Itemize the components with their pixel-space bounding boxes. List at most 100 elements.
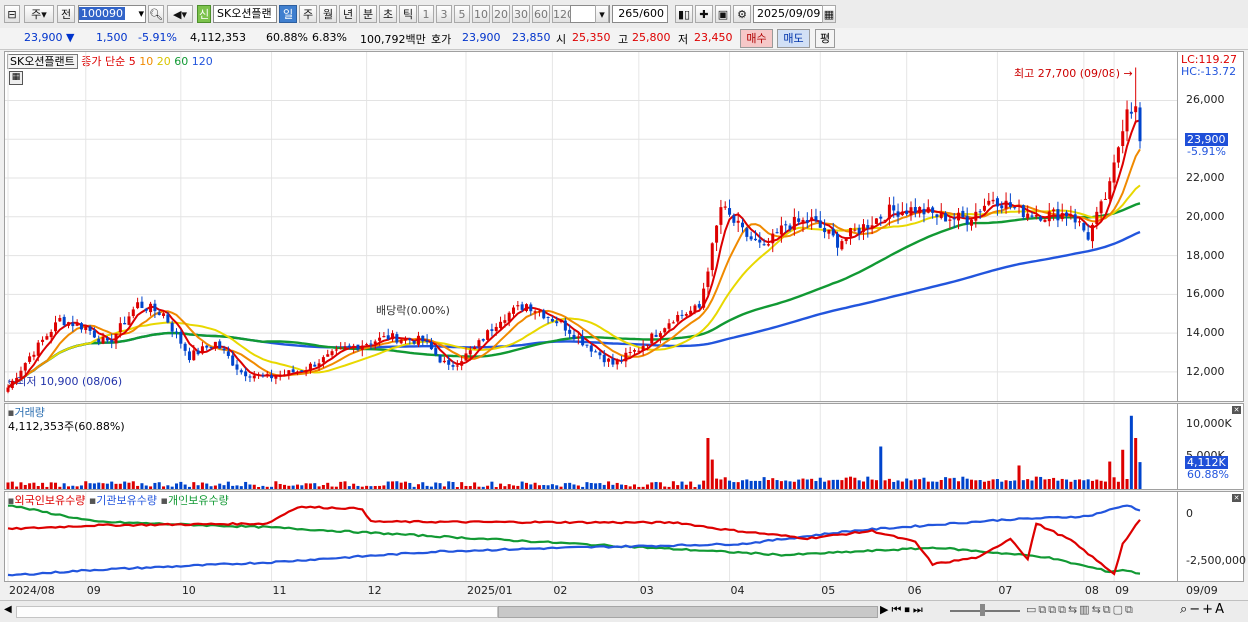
volume-bar	[849, 476, 853, 489]
zoom-controls[interactable]: ⌕−+A	[1180, 602, 1226, 617]
candle-body	[222, 348, 226, 351]
eval-button[interactable]: 평	[815, 29, 835, 48]
candle-body	[499, 321, 503, 329]
volume-bar	[1052, 477, 1056, 489]
chevron-down-icon[interactable]: ▾	[595, 5, 609, 23]
volume-bar	[658, 482, 662, 489]
count-input[interactable]: 265/600	[612, 5, 668, 23]
gear-icon[interactable]: ⚙	[733, 5, 751, 23]
timeframe-button[interactable]: 분	[359, 5, 377, 23]
interval-button[interactable]: 5	[454, 5, 470, 23]
volume-bar	[632, 484, 636, 489]
chevron-down-icon[interactable]: ▾	[138, 6, 144, 22]
investor-chart-svg[interactable]	[5, 492, 1177, 581]
search-icon[interactable]: 🔍︎	[148, 5, 164, 23]
volume-bar	[520, 481, 524, 489]
volume-bar	[1047, 479, 1051, 489]
candle-body	[680, 314, 684, 316]
scroll-left-icon[interactable]: ◀	[4, 604, 12, 615]
candle-body	[879, 216, 883, 219]
interval-button[interactable]: 10	[472, 5, 490, 23]
date-input[interactable]: 2025/09/09	[753, 5, 823, 23]
candle-body	[187, 351, 191, 361]
code-input[interactable]: 100090 ▾	[78, 5, 146, 23]
candle-body	[991, 199, 995, 202]
price-chart-svg[interactable]	[5, 52, 1177, 401]
crosshair-icon[interactable]: ✚	[695, 5, 713, 23]
timeframe-button[interactable]: 월	[319, 5, 337, 23]
candle-body	[317, 363, 321, 367]
candle-body	[849, 228, 853, 237]
volume-chart-svg[interactable]	[5, 404, 1177, 489]
zoom-slider[interactable]	[950, 610, 1020, 612]
scroll-track[interactable]	[16, 606, 498, 618]
volume-bar	[732, 482, 736, 489]
candle-body	[304, 370, 308, 373]
interval-button[interactable]: 30	[512, 5, 530, 23]
candle-body	[775, 232, 779, 234]
close-icon[interactable]: ✕	[1232, 406, 1241, 414]
layout-icons[interactable]: ▭⧉⧉⧉⇆▥⇆⧉▢⧉	[1026, 603, 1135, 617]
period-select[interactable]: 주▾	[24, 5, 54, 23]
volume-bar	[1004, 480, 1008, 489]
timeframe-button[interactable]: 틱	[399, 5, 417, 23]
candle-body	[455, 365, 459, 367]
volume-bar	[382, 485, 386, 489]
volume-bar	[283, 484, 287, 489]
zoom-slider-handle[interactable]	[980, 604, 985, 616]
volume-bar	[304, 483, 308, 489]
x-tick-label: 06	[907, 584, 922, 597]
timeframe-button[interactable]: 년	[339, 5, 357, 23]
interval-button[interactable]: 20	[492, 5, 510, 23]
candle-body	[408, 338, 412, 340]
playback-controls[interactable]: ▶⏮⏹⏭	[880, 603, 926, 617]
volume-bar	[412, 486, 416, 489]
volume-bar	[836, 479, 840, 489]
volume-bar	[982, 481, 986, 489]
volume-bar	[1086, 479, 1090, 489]
candle-body	[1134, 106, 1138, 113]
volume-bar	[758, 480, 762, 489]
volume-bar	[840, 480, 844, 489]
candle-body	[896, 211, 900, 217]
volume-bar	[174, 483, 179, 489]
timeframe-button[interactable]: 주	[299, 5, 317, 23]
volume-bar	[486, 485, 490, 489]
sell-button[interactable]: 매도	[777, 29, 810, 48]
close-icon[interactable]: ✕	[1232, 494, 1241, 502]
buy-button[interactable]: 매수	[740, 29, 773, 48]
x-tick-label: 03	[639, 584, 654, 597]
volume-bar	[391, 481, 395, 489]
timeframe-button[interactable]: 일	[279, 5, 297, 23]
candle-body	[41, 339, 45, 342]
volume-bar	[995, 479, 999, 489]
candle-body	[965, 216, 969, 225]
interval-button[interactable]: 3	[436, 5, 452, 23]
ma20-line	[7, 184, 1141, 389]
volume-value: 4,112,353	[190, 31, 246, 44]
hc-label: HC:-13.72	[1181, 65, 1237, 78]
count-value: 265	[618, 7, 640, 20]
prev-button[interactable]: 전	[57, 5, 75, 23]
interval-button[interactable]: 60	[532, 5, 550, 23]
candle-body	[1021, 205, 1025, 218]
interval-button[interactable]: 1	[418, 5, 434, 23]
volume-bar	[1065, 479, 1069, 489]
candle-body	[844, 237, 848, 242]
scroll-thumb[interactable]	[498, 606, 878, 618]
credit-badge[interactable]: 신	[197, 5, 211, 23]
candle-body	[149, 303, 153, 313]
volume-bar	[684, 484, 688, 489]
timeframe-button[interactable]: 초	[379, 5, 397, 23]
volume-bar	[494, 487, 498, 489]
candle-type-icon[interactable]: ▮▯	[675, 5, 693, 23]
candle-body	[36, 342, 40, 356]
volume-bar	[948, 478, 952, 489]
window-menu-icon[interactable]: ⊟	[4, 5, 20, 23]
candle-body	[818, 220, 822, 228]
calendar-icon[interactable]: ▦	[822, 5, 836, 23]
candle-body	[75, 323, 79, 326]
save-icon[interactable]: ▣	[715, 5, 731, 23]
speaker-icon[interactable]: ◀▾	[167, 5, 193, 23]
volume-bar	[205, 483, 209, 489]
